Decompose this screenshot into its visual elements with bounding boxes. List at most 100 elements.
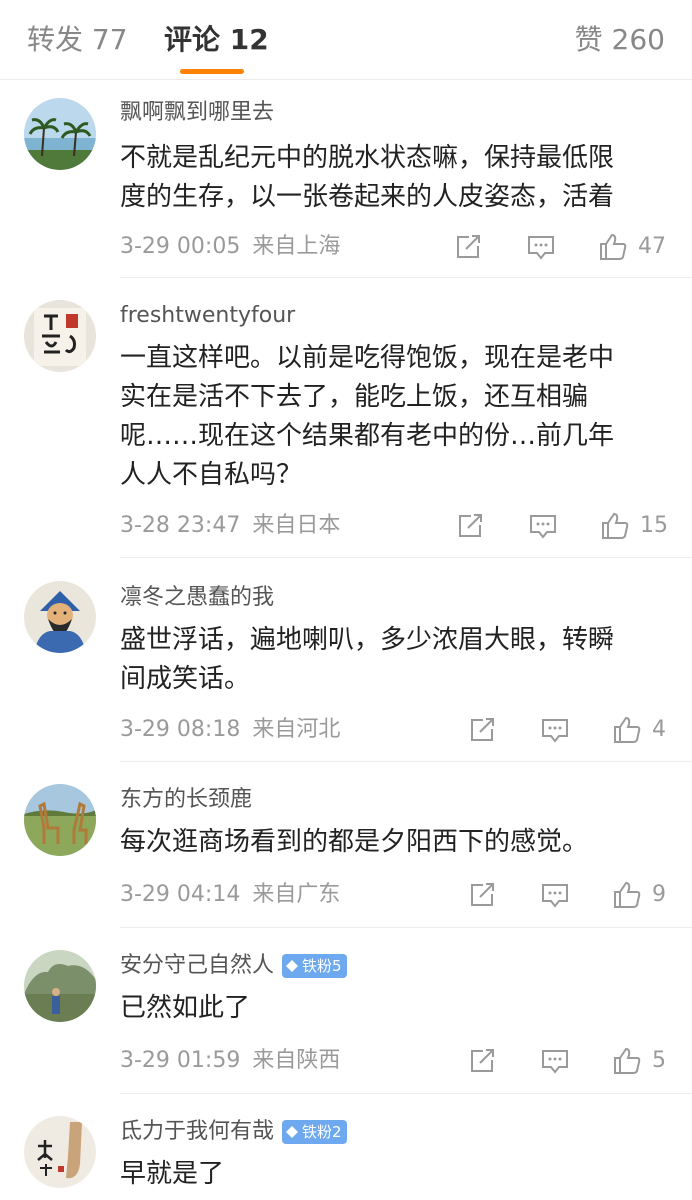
like-button[interactable]: 15 bbox=[600, 511, 668, 541]
like-count: 47 bbox=[638, 234, 666, 259]
active-tab-indicator bbox=[180, 69, 244, 74]
share-icon bbox=[471, 883, 494, 906]
fan-badge[interactable]: 铁粉5 bbox=[282, 954, 347, 978]
tab-bar: 转发 77 评论 12 赞 260 bbox=[0, 0, 692, 80]
comment-text-line: 盛世浮话，遍地喇叭，多少浓眉大眼，转瞬 bbox=[120, 625, 615, 655]
comment-icon bbox=[542, 719, 568, 743]
comment-username[interactable]: 东方的长颈鹿 bbox=[120, 786, 252, 814]
thumbs-up-icon bbox=[614, 1047, 641, 1074]
fan-badge-label: 铁粉2 bbox=[302, 1123, 342, 1141]
share-button[interactable] bbox=[467, 880, 497, 910]
comment-text-line: 每次逛商场看到的都是夕阳西下的感觉。 bbox=[120, 827, 589, 857]
comment-location: 来自日本 bbox=[252, 513, 341, 538]
reply-button[interactable] bbox=[528, 511, 558, 541]
comment-body: 早就是了 bbox=[120, 1155, 672, 1194]
comment-body: 已然如此了 bbox=[120, 989, 672, 1028]
comment-meta: 3-29 04:14 来自广东 bbox=[120, 881, 340, 909]
thumbs-up-icon bbox=[614, 881, 641, 908]
comment-username[interactable]: 氐力于我何有哉 bbox=[120, 1118, 274, 1146]
share-icon bbox=[471, 1049, 494, 1072]
diamond-icon bbox=[286, 1126, 299, 1138]
comment-body: 每次逛商场看到的都是夕阳西下的感觉。 bbox=[120, 823, 672, 862]
comment-username[interactable]: freshtwentyfour bbox=[120, 302, 295, 330]
reply-button[interactable] bbox=[526, 232, 556, 262]
comment-text-line: 呢……现在这个结果都有老中的份…前几年 bbox=[120, 421, 615, 451]
reply-button[interactable] bbox=[540, 880, 570, 910]
comment-location: 来自上海 bbox=[252, 234, 341, 259]
share-button[interactable] bbox=[453, 232, 483, 262]
comment-icon bbox=[542, 884, 568, 908]
comment-username[interactable]: 安分守己自然人 bbox=[120, 952, 274, 980]
comment-text-line: 不就是乱纪元中的脱水状态嘛，保持最低限 bbox=[120, 143, 615, 173]
comment-text-line: 间成笑话。 bbox=[120, 664, 251, 694]
sage-portrait-avatar-icon bbox=[24, 581, 96, 653]
share-icon bbox=[459, 514, 482, 537]
comment-meta: 3-29 01:59 来自陕西 bbox=[120, 1047, 340, 1075]
avatar[interactable] bbox=[24, 950, 96, 1022]
share-button[interactable] bbox=[467, 1046, 497, 1076]
like-button[interactable]: 47 bbox=[598, 232, 666, 262]
tab-reposts[interactable]: 转发 77 bbox=[27, 22, 128, 58]
comment-list: 飘啊飘到哪里去 不就是乱纪元中的脱水状态嘛，保持最低限 度的生存，以一张卷起来的… bbox=[0, 81, 692, 1189]
comment-text-line: 实在是活不下去了，能吃上饭，还互相骗 bbox=[120, 382, 589, 412]
comment-body: 盛世浮话，遍地喇叭，多少浓眉大眼，转瞬 间成笑话。 bbox=[120, 621, 672, 699]
comment-time: 3-29 08:18 bbox=[120, 717, 241, 742]
comment-meta: 3-29 08:18 来自河北 bbox=[120, 716, 340, 744]
thumbs-up-icon bbox=[614, 716, 641, 743]
thumbs-up-icon bbox=[602, 512, 629, 539]
like-count: 4 bbox=[652, 717, 666, 742]
share-icon bbox=[471, 718, 494, 741]
comment-username[interactable]: 飘啊飘到哪里去 bbox=[120, 99, 274, 127]
avatar[interactable] bbox=[24, 1116, 96, 1188]
comment-time: 3-29 04:14 bbox=[120, 882, 241, 907]
comment-body: 不就是乱纪元中的脱水状态嘛，保持最低限 度的生存，以一张卷起来的人皮姿态，活着 bbox=[120, 139, 672, 217]
giraffe-avatar-icon bbox=[24, 784, 96, 856]
comment-item: 安分守己自然人 铁粉5 已然如此了 3-29 01:59 来自陕西 5 bbox=[0, 928, 692, 1094]
share-button[interactable] bbox=[455, 511, 485, 541]
like-button[interactable]: 9 bbox=[612, 880, 666, 910]
comment-item: 东方的长颈鹿 每次逛商场看到的都是夕阳西下的感觉。 3-29 04:14 来自广东… bbox=[0, 762, 692, 928]
thumbs-up-icon bbox=[600, 233, 627, 260]
ink-calligraphy-avatar-icon bbox=[24, 1116, 96, 1188]
comment-item: freshtwentyfour 一直这样吧。以前是吃得饱饭，现在是老中 实在是活… bbox=[0, 278, 692, 558]
comment-text-line: 人人不自私吗？ bbox=[120, 460, 303, 490]
comment-location: 来自河北 bbox=[252, 717, 341, 742]
like-button[interactable]: 5 bbox=[612, 1046, 666, 1076]
tab-likes[interactable]: 赞 260 bbox=[575, 22, 665, 58]
comment-text-line: 一直这样吧。以前是吃得饱饭，现在是老中 bbox=[120, 343, 615, 373]
comment-item: 氐力于我何有哉 铁粉2 早就是了 bbox=[0, 1094, 692, 1200]
comment-icon bbox=[530, 515, 556, 539]
like-count: 9 bbox=[652, 882, 666, 907]
like-count: 5 bbox=[652, 1048, 666, 1073]
calligraphy-avatar-icon bbox=[24, 300, 96, 372]
comment-icon bbox=[542, 1050, 568, 1074]
like-button[interactable]: 4 bbox=[612, 715, 666, 745]
comment-time: 3-29 01:59 bbox=[120, 1048, 241, 1073]
like-count: 15 bbox=[640, 513, 668, 538]
comment-time: 3-29 00:05 bbox=[120, 234, 241, 259]
share-button[interactable] bbox=[467, 715, 497, 745]
comment-item: 飘啊飘到哪里去 不就是乱纪元中的脱水状态嘛，保持最低限 度的生存，以一张卷起来的… bbox=[0, 81, 692, 278]
comment-icon bbox=[528, 236, 554, 260]
comment-username[interactable]: 凛冬之愚蠢的我 bbox=[120, 584, 274, 612]
palm-beach-avatar-icon bbox=[24, 98, 96, 170]
share-icon bbox=[457, 235, 480, 258]
avatar[interactable] bbox=[24, 784, 96, 856]
comment-body: 一直这样吧。以前是吃得饱饭，现在是老中 实在是活不下去了，能吃上饭，还互相骗 呢… bbox=[120, 339, 672, 495]
comment-text-line: 度的生存，以一张卷起来的人皮姿态，活着 bbox=[120, 182, 615, 212]
reply-button[interactable] bbox=[540, 1046, 570, 1076]
comment-location: 来自陕西 bbox=[252, 1048, 341, 1073]
reply-button[interactable] bbox=[540, 715, 570, 745]
avatar[interactable] bbox=[24, 300, 96, 372]
comment-text-line: 已然如此了 bbox=[120, 993, 251, 1023]
avatar[interactable] bbox=[24, 98, 96, 170]
comment-meta: 3-28 23:47 来自日本 bbox=[120, 512, 340, 540]
fan-badge-label: 铁粉5 bbox=[302, 957, 342, 975]
garden-avatar-icon bbox=[24, 950, 96, 1022]
avatar[interactable] bbox=[24, 581, 96, 653]
comment-text-line: 早就是了 bbox=[120, 1159, 225, 1189]
comment-meta: 3-29 00:05 来自上海 bbox=[120, 233, 340, 261]
tab-comments[interactable]: 评论 12 bbox=[164, 22, 269, 58]
fan-badge[interactable]: 铁粉2 bbox=[282, 1120, 347, 1144]
comment-item: 凛冬之愚蠢的我 盛世浮话，遍地喇叭，多少浓眉大眼，转瞬 间成笑话。 3-29 0… bbox=[0, 558, 692, 762]
